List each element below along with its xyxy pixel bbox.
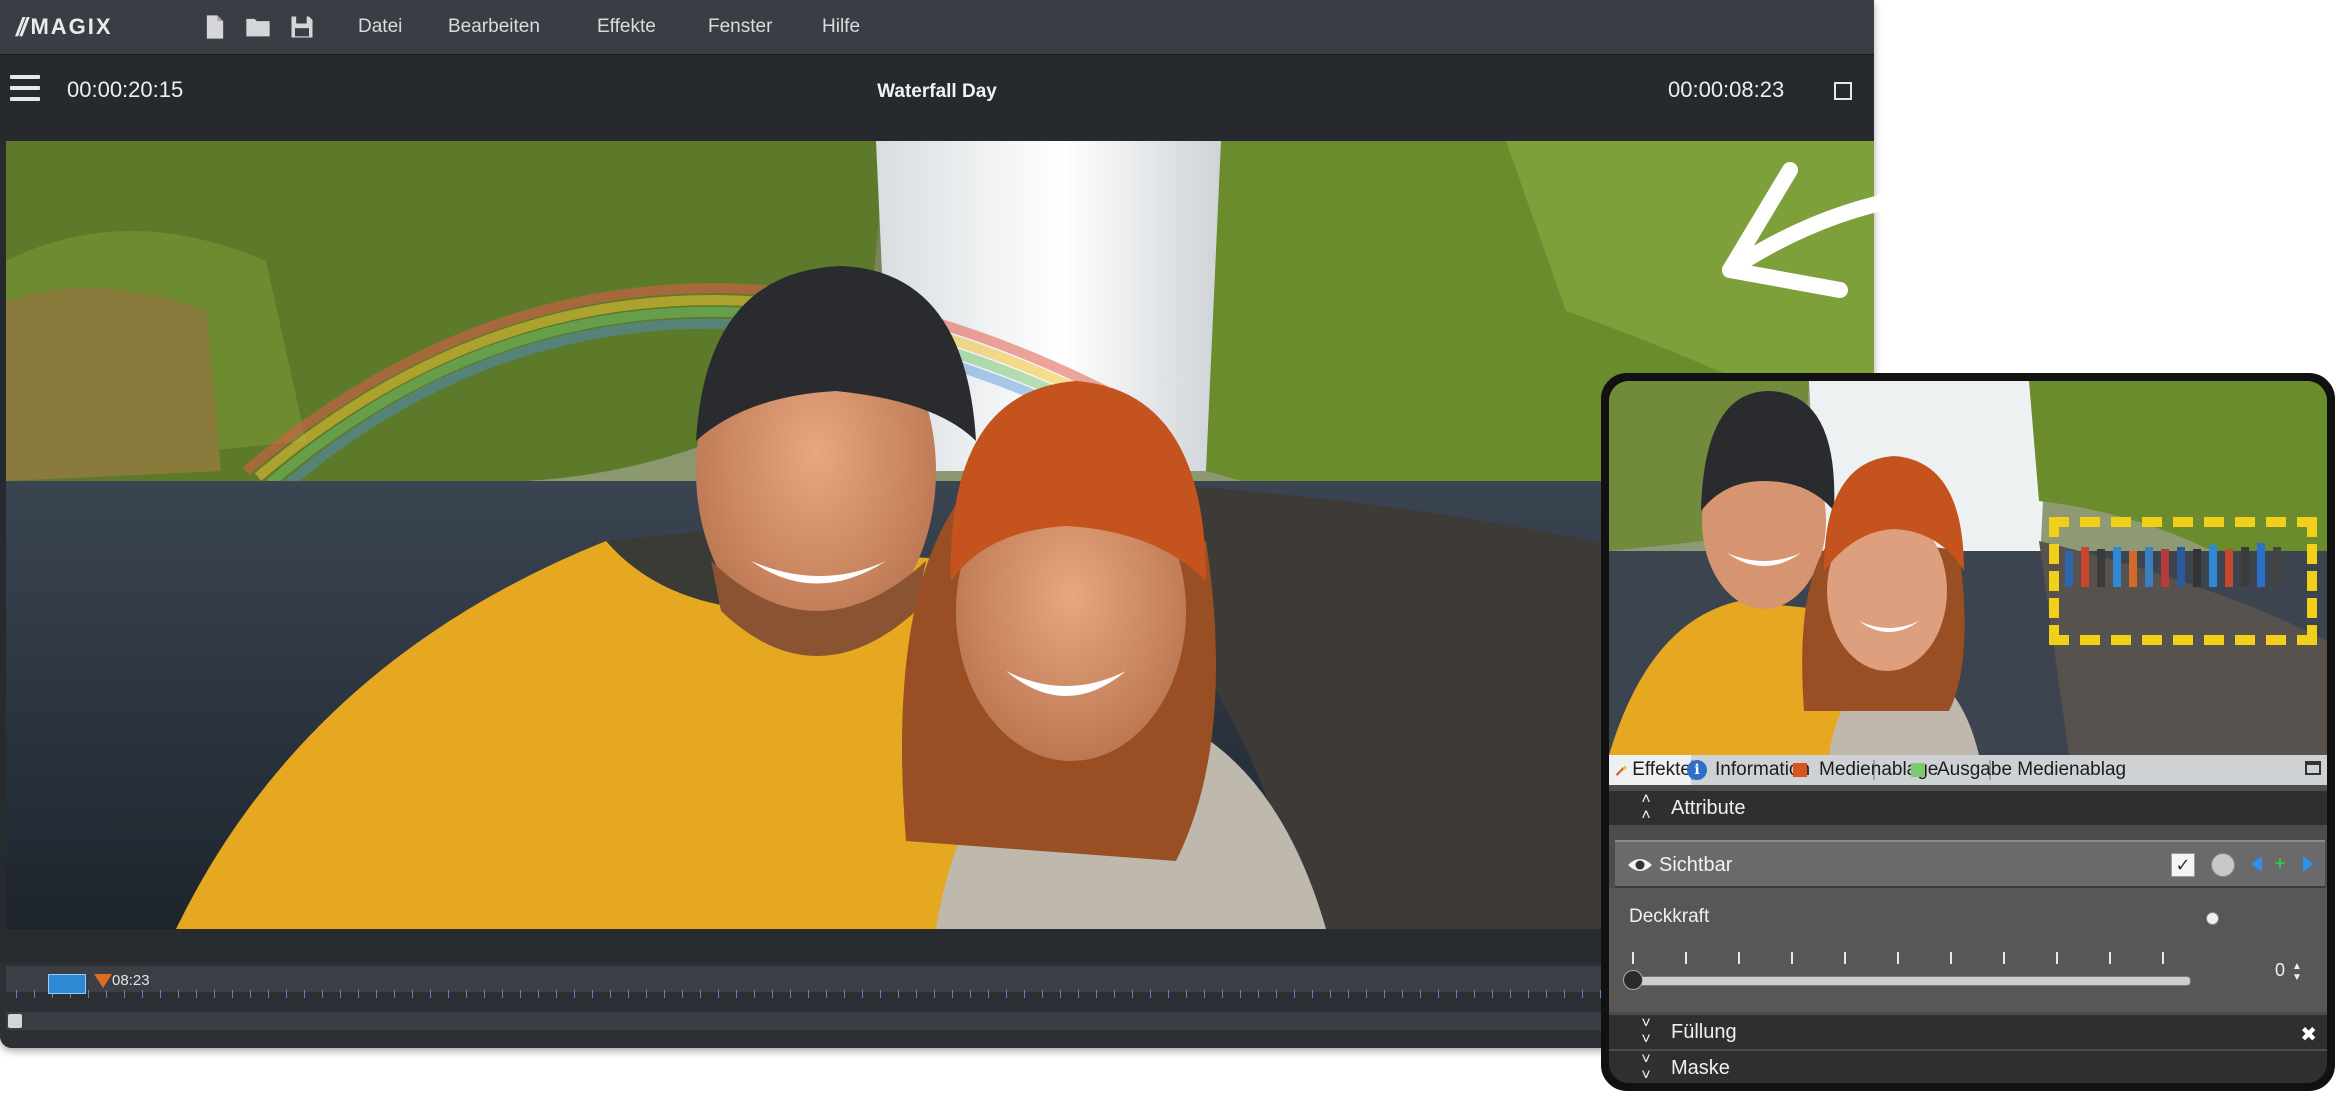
video-preview[interactable] — [6, 141, 1874, 929]
scrollbar-thumb[interactable] — [8, 1014, 22, 1028]
panel-inner: Effekte i Information Medienablage Ausga… — [1609, 381, 2327, 1083]
eye-icon[interactable] — [1627, 856, 1653, 874]
chevron-up-double-icon: ˄ ˄ — [1641, 791, 1651, 824]
slider-ticks — [1632, 952, 2192, 964]
playhead-timecode: 08:23 — [112, 972, 150, 989]
next-keyframe-icon[interactable] — [2303, 856, 2314, 872]
menu-bearbeiten[interactable]: Bearbeiten — [448, 16, 540, 38]
effects-wand-icon — [1615, 764, 1628, 776]
sichtbar-checkbox[interactable]: ✓ — [2171, 853, 2195, 877]
deckkraft-clock-icon[interactable] — [2206, 912, 2219, 925]
sichtbar-row[interactable]: Sichtbar ✓ + — [1615, 840, 2325, 888]
maximize-icon[interactable] — [2305, 761, 2321, 775]
chevron-down-double-icon: ˅ ˅ — [1641, 1051, 1651, 1084]
deckkraft-value[interactable]: 0 — [2275, 960, 2285, 981]
timecode-duration: 00:00:08:23 — [1668, 77, 1785, 102]
effects-zoom-panel: Effekte i Information Medienablage Ausga… — [1601, 373, 2335, 1091]
sichtbar-label: Sichtbar — [1659, 854, 1733, 876]
tab-information[interactable]: i Information — [1687, 755, 1810, 785]
timeline-scrollbar[interactable] — [6, 1012, 1866, 1030]
stop-icon[interactable] — [1834, 82, 1852, 100]
transport-bar: 00:00:20:15 Waterfall Day 00:00:08:23 — [0, 55, 1874, 140]
save-icon[interactable] — [288, 13, 316, 41]
deckkraft-label: Deckkraft — [1629, 906, 1710, 927]
deckkraft-slider[interactable] — [1629, 976, 2191, 986]
highlight-dashed-box — [2049, 517, 2317, 645]
editor-window: // MAGIX Datei Bearbeiten Effekte Fenste… — [0, 0, 1874, 1048]
new-file-icon[interactable] — [201, 13, 229, 41]
tab-effekte[interactable]: Effekte — [1609, 755, 1691, 785]
clip-marker[interactable] — [48, 974, 86, 994]
menu-datei[interactable]: Datei — [358, 16, 402, 38]
ruler-ticks — [16, 990, 1866, 998]
previous-keyframe-icon[interactable] — [2251, 856, 2262, 872]
add-keyframe-icon[interactable]: + — [2271, 854, 2289, 872]
menu-fenster[interactable]: Fenster — [708, 16, 772, 38]
open-folder-icon[interactable] — [244, 13, 272, 41]
output-media-icon — [1911, 763, 1925, 777]
panel-tabs: Effekte i Information Medienablage Ausga… — [1609, 755, 2327, 785]
media-pool-icon — [1793, 763, 1807, 777]
magix-logo: // MAGIX — [16, 11, 113, 42]
timeline[interactable]: 08:23 — [0, 962, 1874, 1048]
deckkraft-control: Deckkraft 0 ▲ ▼ — [1609, 888, 2327, 1012]
menu-hilfe[interactable]: Hilfe — [822, 16, 860, 38]
chevron-down-double-icon: ˅ ˅ — [1641, 1015, 1651, 1048]
keyframe-clock-icon[interactable] — [2211, 853, 2235, 877]
close-icon[interactable]: ✖ — [2300, 1022, 2317, 1047]
section-attribute[interactable]: ˄ ˄ Attribute — [1609, 791, 2327, 825]
menu-effekte[interactable]: Effekte — [597, 16, 656, 38]
playhead-icon[interactable] — [94, 974, 112, 988]
info-icon: i — [1687, 760, 1707, 780]
project-title: Waterfall Day — [877, 81, 997, 102]
section-maske[interactable]: ˅ ˅ Maske — [1609, 1051, 2327, 1083]
time-ruler[interactable]: 08:23 — [6, 966, 1866, 998]
deckkraft-slider-handle[interactable] — [1623, 970, 1643, 990]
deckkraft-spinner-icon[interactable]: ▲ ▼ — [2292, 961, 2302, 983]
section-fuellung[interactable]: ˅ ˅ Füllung ✖ — [1609, 1015, 2327, 1049]
tab-ausgabe-medienablage[interactable]: Ausgabe Medienablag — [1911, 755, 2126, 785]
menu-bar: // MAGIX Datei Bearbeiten Effekte Fenste… — [0, 0, 1874, 55]
